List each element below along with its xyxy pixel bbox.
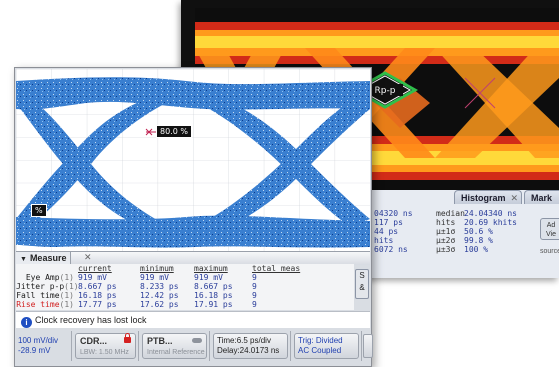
row-maximum: 8.667 ps bbox=[194, 282, 233, 291]
histogram-panel: Histogram ✕ Mark 04320 ns median24.04340 … bbox=[371, 190, 559, 278]
column-header-minimum: minimum bbox=[140, 264, 174, 273]
row-minimum: 17.62 ps bbox=[140, 300, 179, 309]
left-marker-label: % bbox=[31, 204, 47, 217]
table-row[interactable]: Fall time(1) 16.18 ps 12.42 ps 16.18 ps … bbox=[16, 291, 354, 300]
status-message-bar: i Clock recovery has lost lock bbox=[16, 311, 370, 329]
scale-line-1: 100 mV/div bbox=[18, 336, 59, 345]
cdr-cell: CDR... LBW: 1.50 MHz bbox=[73, 331, 139, 361]
timebase-cell: Time:6.5 ps/div Delay:24.0173 ns bbox=[211, 331, 291, 361]
bottom-control-bar: 100 mV/div -28.9 mV CDR... LBW: 1.50 MHz… bbox=[16, 328, 373, 364]
measure-tab-label: Measure bbox=[29, 253, 67, 263]
ptb-title: PTB... bbox=[147, 336, 173, 346]
row-name: Jitter p-p bbox=[16, 282, 65, 291]
trigger-button[interactable]: Trig: Divided AC Coupled bbox=[294, 333, 359, 359]
time-line-2: Delay:24.0173 ns bbox=[217, 346, 280, 355]
column-header-maximum: maximum bbox=[194, 264, 228, 273]
row-current: 8.667 ps bbox=[78, 282, 117, 291]
measure-table: current minimum maximum total meas Eye A… bbox=[16, 264, 354, 310]
row-current: 16.18 ps bbox=[78, 291, 117, 300]
row-name: Eye Amp bbox=[25, 273, 60, 282]
ptb-button[interactable]: PTB... Internal Reference bbox=[142, 333, 207, 359]
trig-line-2: AC Coupled bbox=[298, 346, 342, 355]
channel-tag: (1) bbox=[64, 282, 79, 291]
front-scope-window: 80.0 % % ▼ Measure ✕ current minimum maxi… bbox=[14, 67, 373, 367]
row-minimum: 12.42 ps bbox=[140, 291, 179, 300]
row-maximum: 17.91 ps bbox=[194, 300, 233, 309]
row-name: Rise time bbox=[16, 300, 60, 309]
table-row[interactable]: Jitter p-p(1) 8.667 ps 8.233 ps 8.667 ps… bbox=[16, 282, 354, 291]
row-total: 9 bbox=[252, 291, 257, 300]
advanced-view-button[interactable]: Ad Vie bbox=[540, 218, 559, 240]
time-line-1: Time:6.5 ps/div bbox=[217, 336, 271, 345]
cdr-subtitle: LBW: 1.50 MHz bbox=[80, 349, 129, 356]
cdr-button[interactable]: CDR... LBW: 1.50 MHz bbox=[75, 333, 136, 359]
lock-icon bbox=[124, 333, 131, 343]
histogram-row: 117 ps hits 20.69 khits bbox=[374, 218, 517, 227]
source-label: source bbox=[540, 248, 559, 255]
rpp-label: Rp-p bbox=[375, 86, 396, 96]
measure-bar: ▼ Measure ✕ bbox=[16, 251, 370, 265]
histogram-row: hits μ±2σ 99.8 % bbox=[374, 236, 493, 245]
channel-tag: (1) bbox=[59, 273, 74, 282]
channel-tag: (1) bbox=[59, 300, 74, 309]
toggle-icon bbox=[192, 338, 202, 343]
eye-diagram bbox=[16, 69, 370, 251]
status-text: Clock recovery has lost lock bbox=[35, 315, 147, 325]
row-total: 9 bbox=[252, 300, 257, 309]
histogram-row: 04320 ns median24.04340 ns bbox=[374, 209, 517, 218]
column-header-current: current bbox=[78, 264, 112, 273]
histogram-row: 44 ps μ±1σ 50.6 % bbox=[374, 227, 493, 236]
tab-histogram[interactable]: Histogram ✕ bbox=[454, 190, 522, 204]
ptb-cell: PTB... Internal Reference bbox=[140, 331, 210, 361]
row-current: 17.77 ps bbox=[78, 300, 117, 309]
scale-line-2: -28.9 mV bbox=[18, 346, 51, 355]
tab-marker[interactable]: Mark bbox=[524, 190, 559, 204]
table-row[interactable]: Eye Amp(1) 919 mV 919 mV 919 mV 9 bbox=[16, 273, 354, 282]
setup-button[interactable]: S & bbox=[355, 269, 369, 299]
close-icon[interactable]: ✕ bbox=[510, 191, 518, 205]
histogram-row: 6072 ns μ±3σ 100 % bbox=[374, 245, 489, 254]
histogram-stats: 04320 ns median24.04340 ns 117 ps hits 20.6… bbox=[374, 209, 517, 254]
row-current: 919 mV bbox=[78, 273, 107, 282]
measure-table-header: current minimum maximum total meas bbox=[16, 264, 354, 273]
cdr-title: CDR... bbox=[80, 336, 107, 346]
row-minimum: 8.233 ps bbox=[140, 282, 179, 291]
eye-percent-label: 80.0 % bbox=[156, 125, 192, 138]
overflow-button[interactable] bbox=[363, 334, 373, 358]
row-minimum: 919 mV bbox=[140, 273, 169, 282]
row-total: 9 bbox=[252, 282, 257, 291]
table-row[interactable]: Rise time(1) 17.77 ps 17.62 ps 17.91 ps … bbox=[16, 300, 354, 309]
chevron-down-icon[interactable]: ▼ bbox=[20, 256, 27, 263]
column-header-total: total meas bbox=[252, 264, 301, 273]
row-maximum: 16.18 ps bbox=[194, 291, 233, 300]
row-name: Fall time bbox=[16, 291, 60, 300]
channel-tag: (1) bbox=[59, 291, 74, 300]
histogram-tab-label: Histogram bbox=[461, 193, 506, 203]
info-icon: i bbox=[21, 317, 32, 328]
row-maximum: 919 mV bbox=[194, 273, 223, 282]
trig-line-1: Trig: Divided bbox=[298, 336, 343, 345]
trigger-cell: Trig: Divided AC Coupled bbox=[292, 331, 362, 361]
ptb-subtitle: Internal Reference bbox=[147, 349, 205, 356]
row-total: 9 bbox=[252, 273, 257, 282]
timebase-button[interactable]: Time:6.5 ps/div Delay:24.0173 ns bbox=[213, 333, 288, 359]
channel-scale-readout[interactable]: 100 mV/div -28.9 mV bbox=[16, 331, 72, 361]
